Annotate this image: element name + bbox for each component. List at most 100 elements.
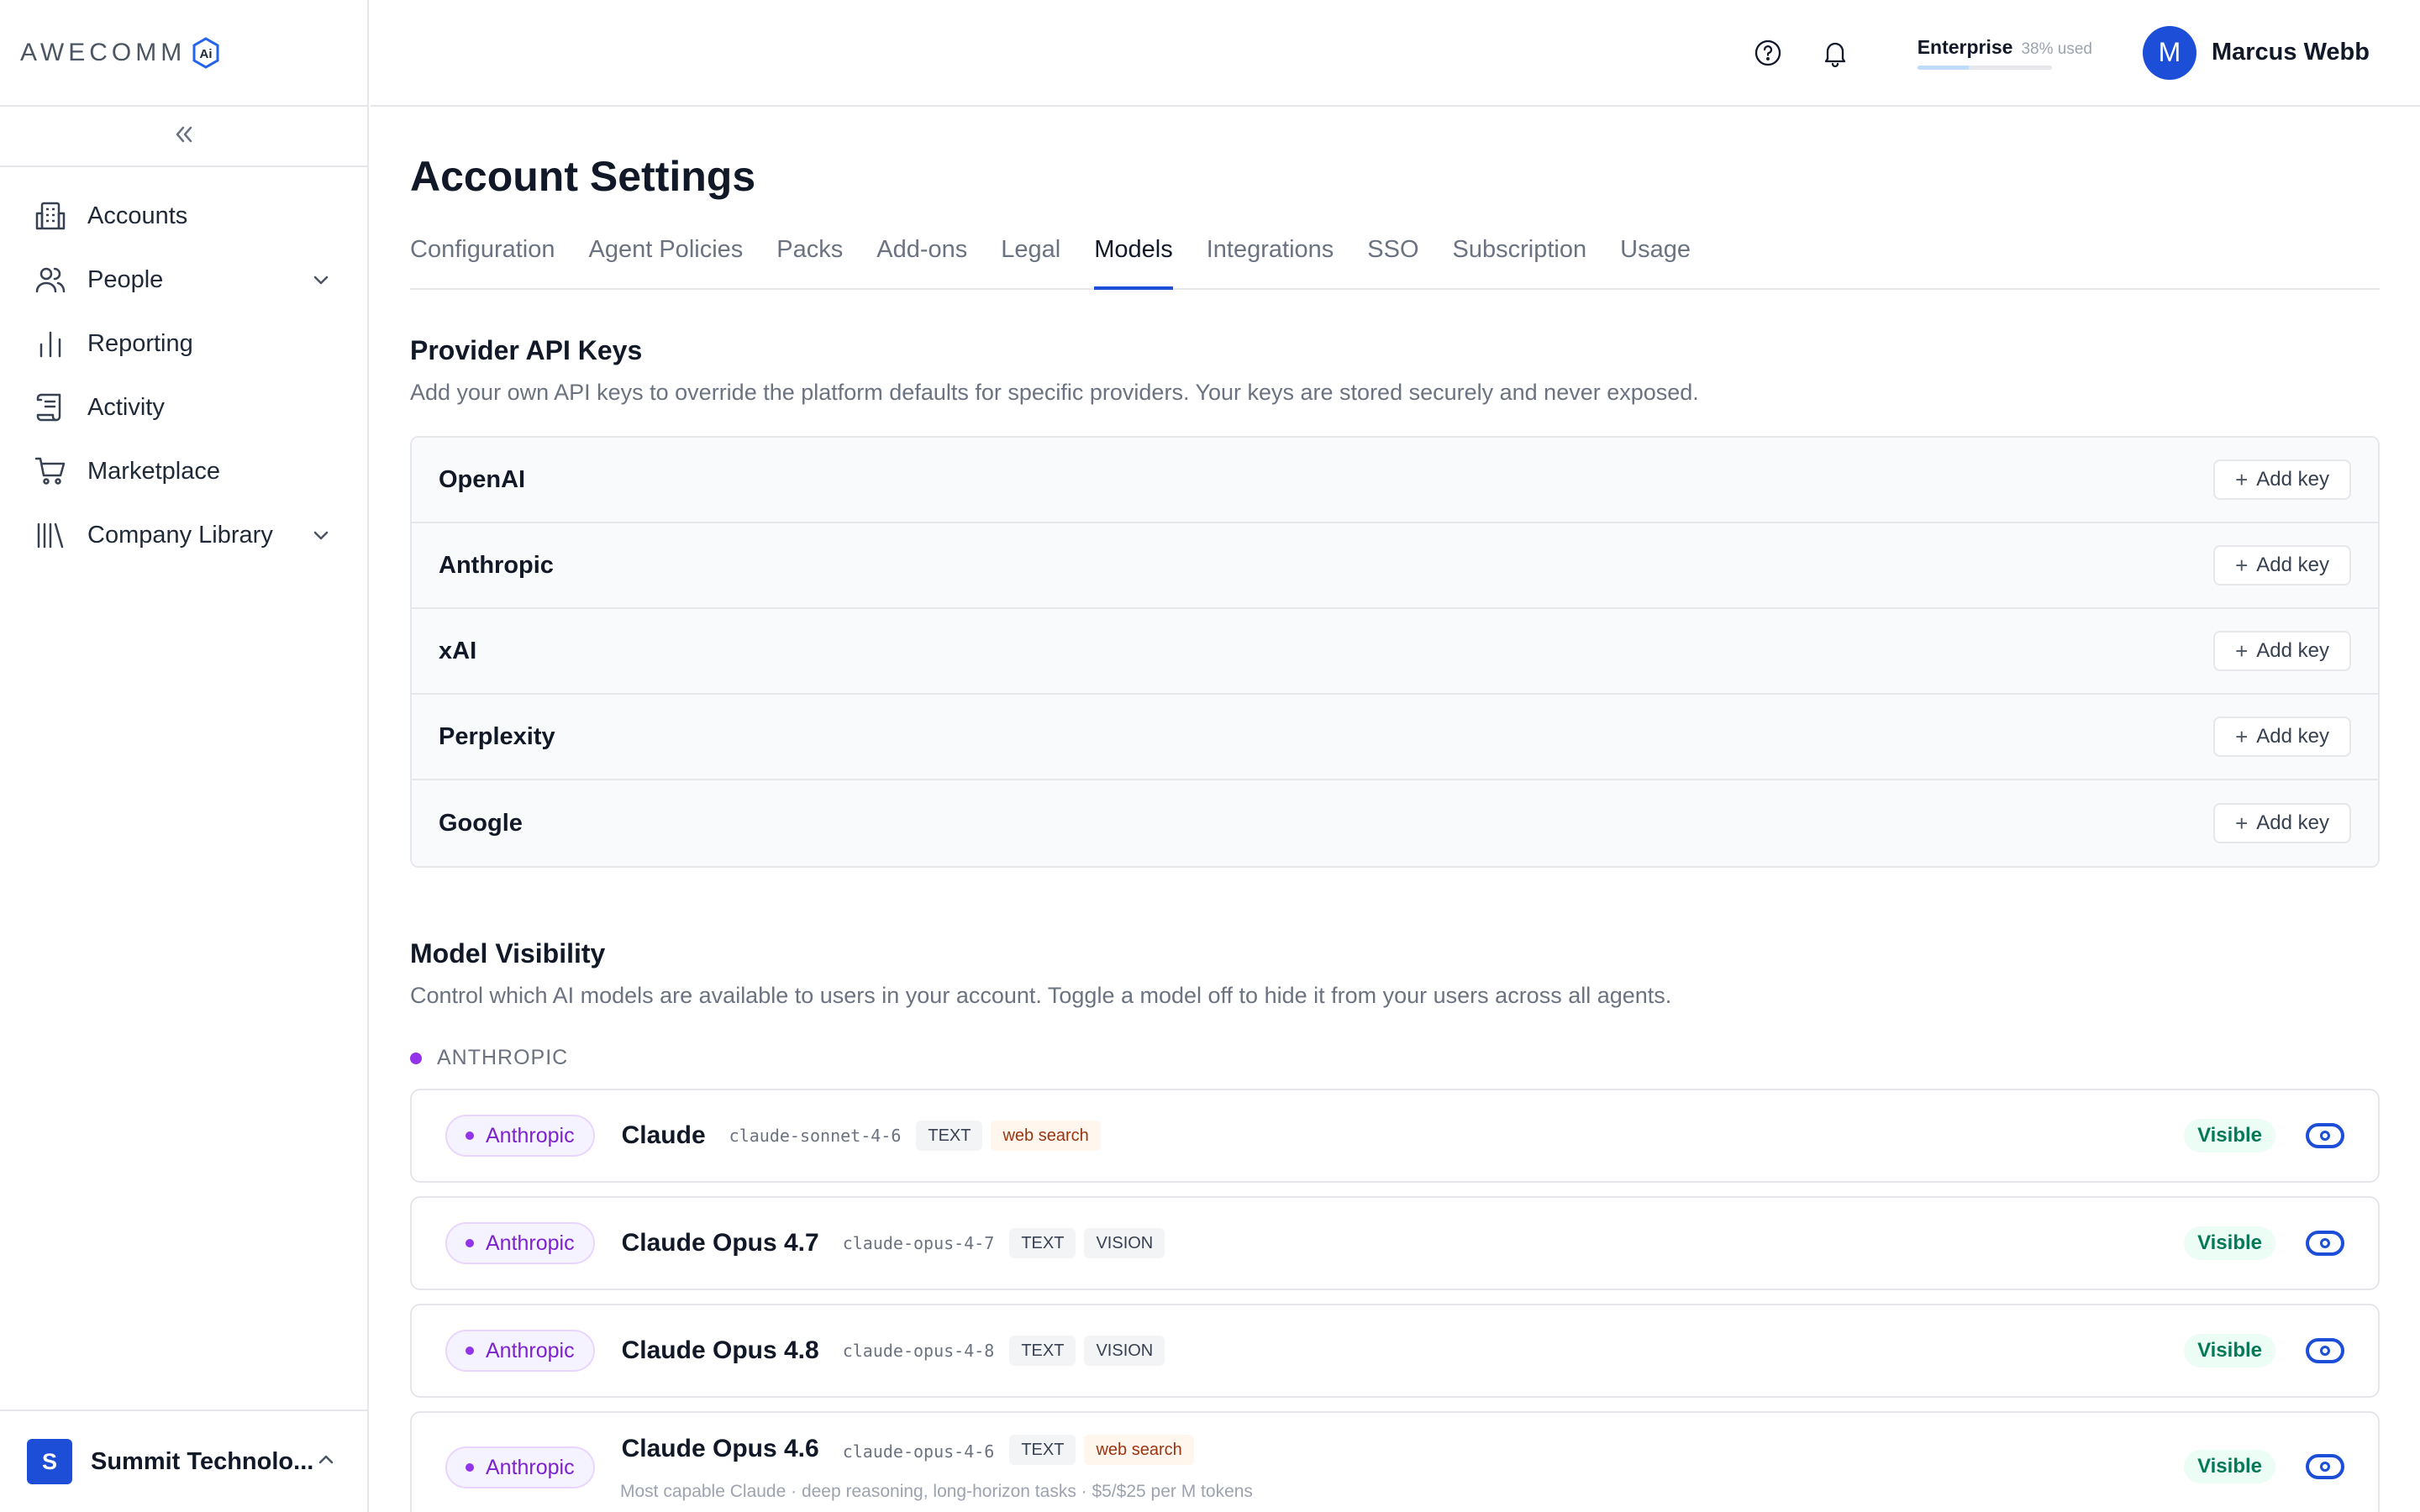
status-badge: Visible bbox=[2184, 1334, 2275, 1368]
people-icon bbox=[34, 263, 67, 297]
ai-badge-icon: Ai bbox=[191, 36, 221, 69]
logo[interactable]: AWECOMM Ai bbox=[0, 0, 367, 107]
section-title: Model Visibility bbox=[410, 938, 606, 969]
model-id: claude-opus-4-6 bbox=[842, 1441, 995, 1462]
model-row: Anthropic Claude Opus 4.8 claude-opus-4-… bbox=[410, 1304, 2380, 1398]
tab-models[interactable]: Models bbox=[1094, 231, 1173, 290]
chevron-down-icon[interactable] bbox=[308, 522, 334, 548]
chevrons-left-icon bbox=[171, 122, 197, 151]
page-title: Account Settings bbox=[410, 153, 756, 200]
model-list: Anthropic Claude claude-sonnet-4-6 TEXT … bbox=[410, 1089, 2380, 1512]
tab-add-ons[interactable]: Add-ons bbox=[876, 231, 967, 288]
provider-badge: Anthropic bbox=[445, 1330, 595, 1372]
section-description: Control which AI models are available to… bbox=[410, 983, 1672, 1008]
provider-badge-label: Anthropic bbox=[486, 1455, 575, 1479]
add-key-button[interactable]: + Add key bbox=[2213, 717, 2351, 757]
capability-tag: TEXT bbox=[1009, 1435, 1076, 1465]
collapse-sidebar-button[interactable] bbox=[0, 107, 367, 167]
library-icon bbox=[34, 518, 67, 552]
provider-name: xAI bbox=[439, 637, 477, 664]
add-key-label: Add key bbox=[2256, 811, 2329, 834]
sidebar-item-label: Activity bbox=[87, 393, 165, 421]
provider-dot-icon bbox=[410, 1052, 422, 1064]
sidebar-nav: Accounts People Reporting Activity Marke… bbox=[0, 167, 367, 567]
add-key-label: Add key bbox=[2256, 554, 2329, 576]
sidebar-item-activity[interactable]: Activity bbox=[0, 375, 367, 439]
provider-dot-icon bbox=[466, 1347, 474, 1355]
visibility-toggle[interactable] bbox=[2306, 1454, 2344, 1479]
help-icon[interactable] bbox=[1749, 34, 1786, 71]
capability-tag: TEXT bbox=[916, 1121, 983, 1151]
tab-subscription[interactable]: Subscription bbox=[1453, 231, 1587, 288]
toggle-knob-icon bbox=[2320, 1462, 2330, 1472]
tab-sso[interactable]: SSO bbox=[1367, 231, 1418, 288]
status-badge: Visible bbox=[2184, 1226, 2275, 1260]
model-name: Claude Opus 4.6 bbox=[621, 1435, 819, 1462]
add-key-button[interactable]: + Add key bbox=[2213, 803, 2351, 843]
model-name: Claude bbox=[621, 1121, 706, 1149]
ai-badge-text: Ai bbox=[200, 47, 213, 61]
add-key-button[interactable]: + Add key bbox=[2213, 631, 2351, 671]
model-name: Claude Opus 4.8 bbox=[621, 1336, 819, 1364]
tab-agent-policies[interactable]: Agent Policies bbox=[589, 231, 744, 288]
add-key-button[interactable]: + Add key bbox=[2213, 545, 2351, 585]
model-id: claude-opus-4-8 bbox=[842, 1341, 995, 1361]
plan-usage[interactable]: Enterprise 38% used bbox=[1917, 35, 2092, 70]
provider-badge: Anthropic bbox=[445, 1446, 595, 1488]
sidebar-item-label: People bbox=[87, 265, 164, 293]
capability-tag: VISION bbox=[1084, 1228, 1165, 1258]
bell-icon[interactable] bbox=[1817, 34, 1854, 71]
sidebar-item-people[interactable]: People bbox=[0, 248, 367, 312]
provider-dot-icon bbox=[466, 1239, 474, 1247]
add-key-label: Add key bbox=[2256, 468, 2329, 491]
plan-name: Enterprise bbox=[1917, 35, 2013, 58]
scroll-icon bbox=[34, 391, 67, 424]
provider-name: Google bbox=[439, 809, 523, 837]
provider-name: OpenAI bbox=[439, 465, 526, 493]
provider-name: Perplexity bbox=[439, 722, 555, 750]
org-switcher[interactable]: S Summit Technolo... bbox=[0, 1410, 367, 1512]
plus-icon: + bbox=[2235, 552, 2249, 578]
tab-configuration[interactable]: Configuration bbox=[410, 231, 555, 288]
bar-chart-icon bbox=[34, 327, 67, 360]
model-row: Anthropic Claude claude-sonnet-4-6 TEXT … bbox=[410, 1089, 2380, 1183]
user-name[interactable]: Marcus Webb bbox=[2212, 39, 2370, 66]
visibility-toggle[interactable] bbox=[2306, 1338, 2344, 1363]
section-description: Add your own API keys to override the pl… bbox=[410, 380, 1699, 405]
plan-usage-bar-fill bbox=[1917, 65, 1969, 70]
sidebar-item-marketplace[interactable]: Marketplace bbox=[0, 439, 367, 503]
sidebar-item-label: Marketplace bbox=[87, 457, 220, 485]
org-avatar: S bbox=[27, 1439, 72, 1484]
sidebar-item-reporting[interactable]: Reporting bbox=[0, 312, 367, 375]
visibility-toggle[interactable] bbox=[2306, 1123, 2344, 1148]
sidebar-item-label: Reporting bbox=[87, 329, 193, 357]
org-name: Summit Technolo... bbox=[91, 1447, 314, 1475]
api-key-row-openai: OpenAI + Add key bbox=[412, 438, 2378, 523]
cart-icon bbox=[34, 454, 67, 488]
plus-icon: + bbox=[2235, 638, 2249, 664]
tab-integrations[interactable]: Integrations bbox=[1207, 231, 1334, 288]
provider-badge: Anthropic bbox=[445, 1115, 595, 1157]
capability-tag: VISION bbox=[1084, 1336, 1165, 1366]
sidebar-item-label: Company Library bbox=[87, 521, 273, 549]
model-row: Anthropic Claude Opus 4.6 claude-opus-4-… bbox=[410, 1411, 2380, 1512]
provider-name: Anthropic bbox=[439, 551, 554, 579]
sidebar-item-company-library[interactable]: Company Library bbox=[0, 503, 367, 567]
api-key-row-perplexity: Perplexity + Add key bbox=[412, 695, 2378, 780]
tab-legal[interactable]: Legal bbox=[1001, 231, 1060, 288]
chevron-down-icon[interactable] bbox=[308, 267, 334, 292]
add-key-label: Add key bbox=[2256, 639, 2329, 662]
top-header: Enterprise 38% used M Marcus Webb bbox=[371, 0, 2420, 107]
user-avatar[interactable]: M bbox=[2142, 25, 2196, 80]
plan-used: 38% used bbox=[2021, 39, 2092, 58]
main-content: Account Settings Configuration Agent Pol… bbox=[410, 107, 2380, 1512]
visibility-toggle[interactable] bbox=[2306, 1231, 2344, 1256]
add-key-button[interactable]: + Add key bbox=[2213, 459, 2351, 500]
api-key-row-anthropic: Anthropic + Add key bbox=[412, 523, 2378, 609]
tab-packs[interactable]: Packs bbox=[776, 231, 843, 288]
plan-usage-bar bbox=[1917, 65, 2052, 70]
tab-usage[interactable]: Usage bbox=[1620, 231, 1691, 288]
sidebar-item-accounts[interactable]: Accounts bbox=[0, 184, 367, 248]
sidebar: AWECOMM Ai Accounts People Reporting Act… bbox=[0, 0, 369, 1512]
capability-tag: TEXT bbox=[1009, 1336, 1076, 1366]
